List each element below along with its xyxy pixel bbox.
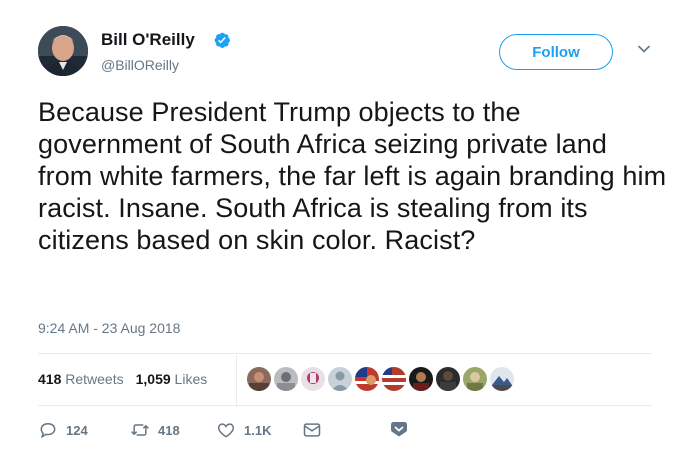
like-action[interactable]: 1.1K [216,420,271,440]
likes-stat[interactable]: 1,059 Likes [136,371,208,387]
author-name[interactable]: Bill O'Reilly [101,30,195,50]
liker-avatar[interactable] [247,367,271,391]
tweet-timestamp[interactable]: 9:24 AM - 23 Aug 2018 [38,320,180,336]
like-count: 1.1K [244,422,272,438]
tweet-stats: 418 Retweets 1,059 Likes [38,371,207,387]
liker-avatars [247,367,514,391]
author-handle[interactable]: @BillOReilly [101,57,179,73]
direct-message-icon [303,423,321,437]
liker-avatar[interactable] [274,367,298,391]
verified-badge-icon [214,32,230,48]
reply-count: 124 [66,422,88,438]
tweet-text: Because President Trump objects to the g… [38,97,667,255]
tweet-actions: 124 418 1.1K [38,420,418,440]
liker-avatar[interactable] [382,367,406,391]
avatar[interactable] [38,26,88,76]
liker-avatar[interactable] [436,367,460,391]
likes-count: 1,059 [135,371,171,387]
reply-icon [40,422,56,439]
bookmark-icon[interactable] [389,421,409,439]
reply-action[interactable]: 124 [38,420,88,440]
retweet-action[interactable]: 418 [130,420,180,440]
retweets-stat[interactable]: 418 Retweets [38,371,124,387]
retweets-count: 418 [38,371,62,387]
likes-label: Likes [174,371,208,387]
tweet-card: Bill O'Reilly @BillOReilly Follow Becaus… [0,0,692,472]
follow-button[interactable]: Follow [499,34,613,70]
liker-avatar[interactable] [301,367,325,391]
retweet-icon [131,424,149,436]
liker-avatar[interactable] [490,367,514,391]
retweet-count: 418 [158,422,180,438]
liker-avatar[interactable] [355,367,379,391]
liker-avatar[interactable] [463,367,487,391]
direct-message-action[interactable] [302,420,322,440]
chevron-down-icon[interactable] [637,44,651,54]
liker-avatar[interactable] [409,367,433,391]
divider-bottom [38,405,652,406]
retweets-label: Retweets [65,371,124,387]
stats-separator [236,355,237,407]
liker-avatar[interactable] [328,367,352,391]
divider-top [38,353,652,354]
like-icon [217,423,235,438]
